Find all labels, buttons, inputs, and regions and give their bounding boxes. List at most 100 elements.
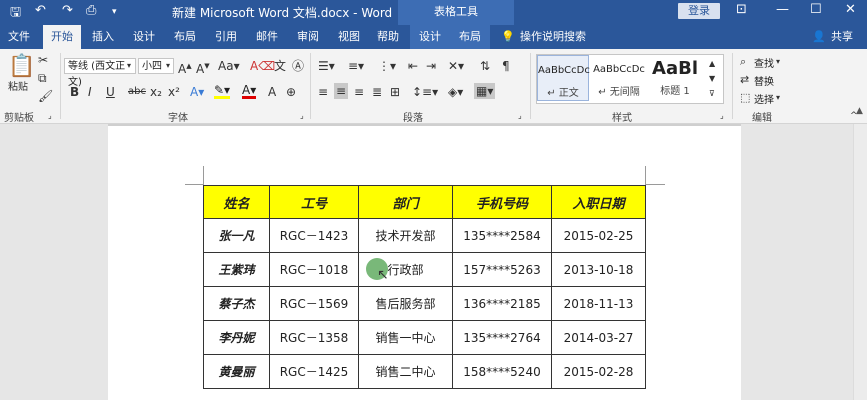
paste-label[interactable]: 粘贴 bbox=[8, 81, 28, 95]
style-no-spacing[interactable]: AaBbCcDc ↵ 无间隔 bbox=[593, 55, 645, 101]
paste-icon[interactable]: 📋 bbox=[8, 55, 35, 79]
minimize-icon[interactable]: — bbox=[776, 2, 789, 17]
table-cell[interactable]: RGC－1358 bbox=[269, 320, 359, 355]
tab-home[interactable]: 开始 bbox=[43, 25, 81, 49]
table-cell[interactable]: 售后服务部 bbox=[358, 286, 453, 321]
decrease-indent-icon[interactable]: ⇤ bbox=[408, 59, 418, 73]
underline-button[interactable]: U bbox=[106, 85, 115, 99]
table-cell[interactable]: 158****5240 bbox=[452, 354, 552, 389]
table-cell[interactable]: RGC－1018 bbox=[269, 252, 359, 287]
chevron-down-icon[interactable]: ▾ bbox=[166, 59, 170, 73]
tab-file[interactable]: 文件 bbox=[0, 25, 38, 49]
change-case-icon[interactable]: Aa▾ bbox=[218, 59, 240, 73]
tab-help[interactable]: 帮助 bbox=[369, 25, 407, 49]
select-icon[interactable]: ⬚ bbox=[740, 91, 750, 105]
numbering-icon[interactable]: ≡▾ bbox=[348, 59, 364, 73]
increase-indent-icon[interactable]: ⇥ bbox=[426, 59, 436, 73]
table-cell[interactable]: RGC－1423 bbox=[269, 218, 359, 253]
style-heading-1[interactable]: AaBl 标题 1 bbox=[649, 55, 701, 101]
font-launcher-icon[interactable]: ⌟ bbox=[300, 109, 304, 123]
table-cell[interactable]: RGC－1569 bbox=[269, 286, 359, 321]
grow-font-icon[interactable]: A▲ bbox=[178, 59, 192, 76]
table-cell[interactable]: 销售二中心 bbox=[358, 354, 453, 389]
distributed-icon[interactable]: ⊞ bbox=[390, 85, 400, 99]
font-color-icon[interactable]: A▾ bbox=[242, 84, 257, 99]
table-cell[interactable]: 李丹妮 bbox=[203, 320, 270, 355]
redo-icon[interactable]: ↷ bbox=[62, 3, 73, 18]
more-styles-icon[interactable]: ⊽ bbox=[709, 87, 715, 101]
customize-icon[interactable]: ▾ bbox=[112, 7, 117, 17]
char-border-icon[interactable]: ⊕ bbox=[286, 85, 296, 99]
align-center-icon[interactable]: ≡ bbox=[334, 83, 349, 99]
header-cell[interactable]: 手机号码 bbox=[452, 185, 552, 219]
tell-me-search[interactable]: 操作说明搜索 bbox=[520, 25, 586, 49]
header-cell[interactable]: 姓名 bbox=[203, 185, 270, 219]
maximize-icon[interactable]: ☐ bbox=[810, 2, 822, 17]
chevron-down-icon[interactable]: ▾ bbox=[776, 91, 780, 105]
close-icon[interactable]: ✕ bbox=[845, 2, 856, 17]
scroll-up-icon[interactable]: ▲ bbox=[709, 57, 715, 71]
borders-icon[interactable]: ▦▾ bbox=[474, 83, 496, 99]
clear-format-icon[interactable]: A⌫ bbox=[250, 59, 275, 73]
tab-review[interactable]: 审阅 bbox=[289, 25, 327, 49]
styles-launcher-icon[interactable]: ⌟ bbox=[720, 109, 724, 123]
tab-mailings[interactable]: 邮件 bbox=[248, 25, 286, 49]
undo-icon[interactable]: ↶ bbox=[35, 3, 46, 18]
italic-button[interactable]: I bbox=[88, 85, 92, 99]
phonetic-guide-icon[interactable]: 文 bbox=[274, 59, 286, 73]
table-cell[interactable]: 157****5263 bbox=[452, 252, 552, 287]
cut-icon[interactable]: ✂ bbox=[38, 53, 48, 67]
table-cell[interactable]: 135****2584 bbox=[452, 218, 552, 253]
tab-table-design[interactable]: 设计 bbox=[410, 25, 450, 49]
copy-icon[interactable]: ⧉ bbox=[38, 71, 47, 85]
shrink-font-icon[interactable]: A▼ bbox=[196, 59, 210, 76]
replace-icon[interactable]: ⇄ bbox=[740, 73, 749, 87]
char-shading-icon[interactable]: A bbox=[268, 85, 276, 99]
multilevel-list-icon[interactable]: ⋮▾ bbox=[378, 59, 396, 73]
table-cell[interactable]: 2013-10-18 bbox=[551, 252, 646, 287]
header-cell[interactable]: 工号 bbox=[269, 185, 359, 219]
table-cell[interactable]: 2015-02-25 bbox=[551, 218, 646, 253]
table-cell[interactable]: 蔡子杰 bbox=[203, 286, 270, 321]
align-right-icon[interactable]: ≡ bbox=[354, 85, 364, 99]
table-cell[interactable]: 销售一中心 bbox=[358, 320, 453, 355]
table-cell[interactable]: 135****2764 bbox=[452, 320, 552, 355]
employee-table[interactable]: 姓名 工号 部门 手机号码 入职日期 张一凡 RGC－1423 技术开发部 13… bbox=[203, 185, 646, 389]
scroll-up-arrow-icon[interactable]: ▲ bbox=[856, 106, 863, 116]
tab-references[interactable]: 引用 bbox=[207, 25, 245, 49]
select-button[interactable]: 选择 bbox=[754, 91, 774, 106]
align-left-icon[interactable]: ≡ bbox=[318, 85, 328, 99]
scroll-down-icon[interactable]: ▼ bbox=[709, 72, 715, 86]
justify-icon[interactable]: ≣ bbox=[372, 85, 382, 99]
strikethrough-button[interactable]: abc bbox=[128, 85, 146, 99]
sort-icon[interactable]: ⇅ bbox=[480, 59, 490, 73]
shading-icon[interactable]: ◈▾ bbox=[448, 85, 463, 99]
chevron-down-icon[interactable]: ▾ bbox=[127, 59, 131, 73]
print-preview-icon[interactable]: ⎙ bbox=[86, 3, 96, 18]
tab-view[interactable]: 视图 bbox=[330, 25, 368, 49]
table-cell[interactable]: 2018-11-13 bbox=[551, 286, 646, 321]
tab-design[interactable]: 设计 bbox=[125, 25, 163, 49]
enclose-char-icon[interactable]: Ⓐ bbox=[292, 59, 304, 73]
tab-insert[interactable]: 插入 bbox=[84, 25, 122, 49]
tab-layout[interactable]: 布局 bbox=[166, 25, 204, 49]
table-cell[interactable]: 王紫玮 bbox=[203, 252, 270, 287]
replace-button[interactable]: 替换 bbox=[754, 73, 774, 88]
show-marks-icon[interactable]: ¶ bbox=[502, 59, 510, 73]
chevron-down-icon[interactable]: ▾ bbox=[776, 55, 780, 69]
subscript-button[interactable]: x₂ bbox=[150, 85, 162, 99]
highlight-icon[interactable]: ✎▾ bbox=[214, 84, 231, 99]
font-name-combo[interactable]: 等线 (西文正文) bbox=[64, 58, 136, 88]
bold-button[interactable]: B bbox=[70, 85, 79, 99]
superscript-button[interactable]: x² bbox=[168, 85, 180, 99]
table-cell[interactable]: 张一凡 bbox=[203, 218, 270, 253]
ribbon-display-icon[interactable]: ⊡ bbox=[736, 2, 747, 17]
header-cell[interactable]: 部门 bbox=[358, 185, 453, 219]
login-button[interactable]: 登录 bbox=[678, 3, 720, 19]
save-icon[interactable]: 🖫 bbox=[10, 3, 21, 25]
style-normal[interactable]: AaBbCcDc ↵ 正文 bbox=[537, 55, 590, 101]
find-icon[interactable]: ⌕ bbox=[740, 55, 746, 69]
table-cell[interactable]: 技术开发部 bbox=[358, 218, 453, 253]
table-cell[interactable]: 2015-02-28 bbox=[551, 354, 646, 389]
table-cell[interactable]: 136****2185 bbox=[452, 286, 552, 321]
